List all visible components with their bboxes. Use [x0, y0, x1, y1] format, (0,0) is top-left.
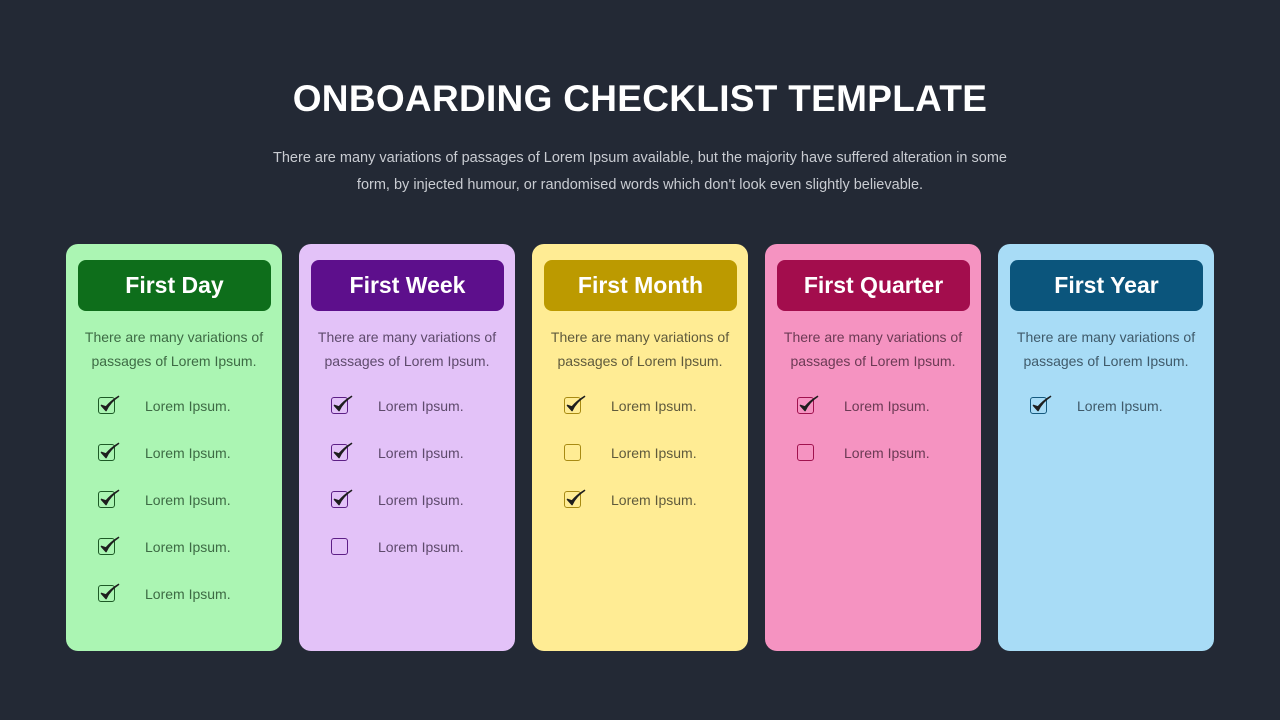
card-description: There are many variations of passages of … [309, 325, 505, 373]
checklist-item[interactable]: Lorem Ipsum. [532, 442, 748, 489]
checklist-item-label: Lorem Ipsum. [611, 445, 697, 461]
card-first-week: First Week There are many variations of pa… [299, 244, 515, 651]
checkmark-icon [799, 395, 819, 412]
checkbox-checked[interactable] [98, 442, 120, 461]
description-line: There are many variations of [783, 329, 963, 345]
card-title: First Week [311, 260, 504, 311]
description-line: There are many variations of [317, 329, 497, 345]
checklist-item-label: Lorem Ipsum. [1077, 398, 1163, 414]
checkbox-checked[interactable] [331, 442, 353, 461]
checkmark-icon [1032, 395, 1052, 412]
checklist-item[interactable]: Lorem Ipsum. [66, 395, 282, 442]
checklist-item[interactable]: Lorem Ipsum. [66, 583, 282, 630]
checklist-item[interactable]: Lorem Ipsum. [532, 489, 748, 536]
checkbox-checked[interactable] [331, 489, 353, 508]
checklist-item[interactable]: Lorem Ipsum. [532, 395, 748, 442]
checkbox-unchecked[interactable] [331, 538, 348, 555]
page-subtitle: There are many variations of passages of… [260, 145, 1020, 199]
card-description: There are many variations of passages of … [76, 325, 272, 373]
checklist-item-label: Lorem Ipsum. [145, 586, 231, 602]
checkbox-checked[interactable] [1030, 395, 1052, 414]
card-title: First Day [78, 260, 271, 311]
checkmark-icon [566, 489, 586, 506]
checklist-item-label: Lorem Ipsum. [145, 398, 231, 414]
checkbox-checked[interactable] [797, 395, 819, 414]
checkbox-checked[interactable] [98, 583, 120, 602]
checklist-item-label: Lorem Ipsum. [844, 398, 930, 414]
card-description: There are many variations of passages of … [542, 325, 738, 373]
checklist-item-label: Lorem Ipsum. [145, 492, 231, 508]
checkmark-icon [333, 395, 353, 412]
checklist-item[interactable]: Lorem Ipsum. [66, 536, 282, 583]
checklist-item-label: Lorem Ipsum. [611, 398, 697, 414]
checkbox-unchecked[interactable] [797, 444, 814, 461]
description-line: There are many variations of [84, 329, 264, 345]
card-description: There are many variations of passages of … [775, 325, 971, 373]
checkbox-unchecked[interactable] [564, 444, 581, 461]
checklist-item[interactable]: Lorem Ipsum. [299, 536, 515, 583]
checklist-item-label: Lorem Ipsum. [844, 445, 930, 461]
description-line: passages of Lorem Ipsum. [790, 353, 956, 369]
checklist-item[interactable]: Lorem Ipsum. [299, 489, 515, 536]
checkbox-checked[interactable] [98, 489, 120, 508]
card-first-day: First Day There are many variations of pas… [66, 244, 282, 651]
checklist-item[interactable]: Lorem Ipsum. [299, 442, 515, 489]
checklist-item-label: Lorem Ipsum. [145, 539, 231, 555]
description-line: passages of Lorem Ipsum. [91, 353, 257, 369]
checklist-item[interactable]: Lorem Ipsum. [66, 489, 282, 536]
card-title: First Month [544, 260, 737, 311]
description-line: There are many variations of [1016, 329, 1196, 345]
checklist-item[interactable]: Lorem Ipsum. [66, 442, 282, 489]
checklist: Lorem Ipsum. Lorem Ipsum. [765, 395, 981, 489]
checklist-item[interactable]: Lorem Ipsum. [299, 395, 515, 442]
checkmark-icon [100, 395, 120, 412]
checkbox-checked[interactable] [564, 395, 586, 414]
description-line: passages of Lorem Ipsum. [324, 353, 490, 369]
checklist-item-label: Lorem Ipsum. [378, 492, 464, 508]
checklist: Lorem Ipsum. [998, 395, 1214, 442]
checklist-item[interactable]: Lorem Ipsum. [765, 395, 981, 442]
checklist-item-label: Lorem Ipsum. [611, 492, 697, 508]
checklist-item-label: Lorem Ipsum. [378, 539, 464, 555]
card-first-quarter: First Quarter There are many variations o… [765, 244, 981, 651]
card-title: First Quarter [777, 260, 970, 311]
checkmark-icon [100, 489, 120, 506]
card-first-year: First Year There are many variations of pa… [998, 244, 1214, 651]
subtitle-line: There are many variations of passages of… [273, 150, 1007, 166]
card-description: There are many variations of passages of … [1008, 325, 1204, 373]
checkbox-checked[interactable] [331, 395, 353, 414]
checkbox-checked[interactable] [98, 395, 120, 414]
checkmark-icon [333, 489, 353, 506]
description-line: passages of Lorem Ipsum. [557, 353, 723, 369]
description-line: There are many variations of [550, 329, 730, 345]
checklist-item-label: Lorem Ipsum. [145, 445, 231, 461]
checkbox-checked[interactable] [98, 536, 120, 555]
checkmark-icon [100, 536, 120, 553]
subtitle-line: form, by injected humour, or randomised … [356, 177, 924, 193]
checkmark-icon [333, 442, 353, 459]
checklist: Lorem Ipsum. Lorem Ipsum. Lorem Ipsum. Lore… [66, 395, 282, 630]
checkmark-icon [100, 583, 120, 600]
checklist-item[interactable]: Lorem Ipsum. [998, 395, 1214, 442]
checkmark-icon [100, 442, 120, 459]
card-title: First Year [1010, 260, 1203, 311]
card-first-month: First Month There are many variations of p… [532, 244, 748, 651]
checklist-item[interactable]: Lorem Ipsum. [765, 442, 981, 489]
checkbox-checked[interactable] [564, 489, 586, 508]
checklist: Lorem Ipsum. Lorem Ipsum. Lorem Ipsum. Lore… [299, 395, 515, 583]
checkmark-icon [566, 395, 586, 412]
page-title: ONBOARDING CHECKLIST TEMPLATE [292, 78, 988, 119]
checklist-item-label: Lorem Ipsum. [378, 445, 464, 461]
checklist-item-label: Lorem Ipsum. [378, 398, 464, 414]
checklist: Lorem Ipsum. Lorem Ipsum. Lorem Ipsum. [532, 395, 748, 536]
description-line: passages of Lorem Ipsum. [1023, 353, 1189, 369]
